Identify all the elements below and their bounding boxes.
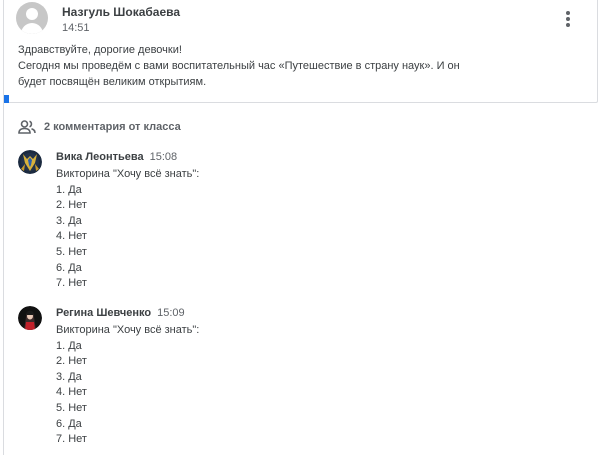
- user-photo-icon: [18, 306, 42, 330]
- comment-line: 6. Да: [56, 417, 82, 430]
- comment-line: 3. Да: [56, 214, 82, 227]
- comments-count-label: 2 комментария от класса: [44, 121, 181, 133]
- post-line: Сегодня мы проведём с вами воспитательны…: [18, 60, 460, 72]
- post-line: Здравствуйте, дорогие девочки!: [18, 44, 182, 56]
- post-time: 14:51: [62, 22, 90, 34]
- more-vert-icon[interactable]: [560, 10, 576, 28]
- comment-author-name: Вика Леонтьева: [56, 151, 144, 163]
- comment-line: 4. Нет: [56, 230, 87, 243]
- comment-line: 7. Нет: [56, 433, 87, 446]
- people-icon: [18, 120, 36, 134]
- avatar: [18, 306, 42, 330]
- comment-line: 5. Нет: [56, 401, 87, 414]
- comment-line: Викторина "Хочу всё знать":: [56, 168, 200, 180]
- comment-line: Викторина "Хочу всё знать":: [56, 324, 200, 336]
- avatar: [18, 150, 42, 174]
- comment-author: Регина Шевченко 15:09: [56, 307, 185, 319]
- comment-line: 2. Нет: [56, 355, 87, 368]
- post-accent-bar: [4, 95, 9, 103]
- comment-line: 1. Да: [56, 183, 82, 196]
- comment-text: Викторина "Хочу всё знать": 1. Да 2. Нет…: [56, 167, 199, 292]
- comment-text: Викторина "Хочу всё знать": 1. Да 2. Нет…: [56, 323, 199, 448]
- comment-time: 15:08: [149, 151, 178, 163]
- default-avatar-icon: [16, 2, 48, 34]
- comment-line: 5. Нет: [56, 245, 87, 258]
- comment-line: 3. Да: [56, 370, 82, 383]
- comment-time: 15:09: [157, 307, 185, 319]
- comment-line: 4. Нет: [56, 386, 87, 399]
- user-photo-icon: [18, 150, 42, 174]
- post-author: Назгуль Шокабаева: [62, 5, 181, 19]
- class-comments-toggle[interactable]: 2 комментария от класса: [18, 119, 181, 135]
- comment-line: 6. Да: [56, 261, 82, 274]
- comment-author: Вика Леонтьева 15:08: [56, 151, 177, 163]
- post-body: Здравствуйте, дорогие девочки! Сегодня м…: [18, 42, 460, 90]
- comment-line: 1. Да: [56, 339, 82, 352]
- post-line: будет посвящён великим открытиям.: [18, 76, 207, 88]
- comment-line: 7. Нет: [56, 277, 87, 290]
- comment-author-name: Регина Шевченко: [56, 307, 152, 319]
- comment-line: 2. Нет: [56, 199, 87, 212]
- classroom-stream: Назгуль Шокабаева 14:51 Здравствуйте, до…: [0, 0, 600, 455]
